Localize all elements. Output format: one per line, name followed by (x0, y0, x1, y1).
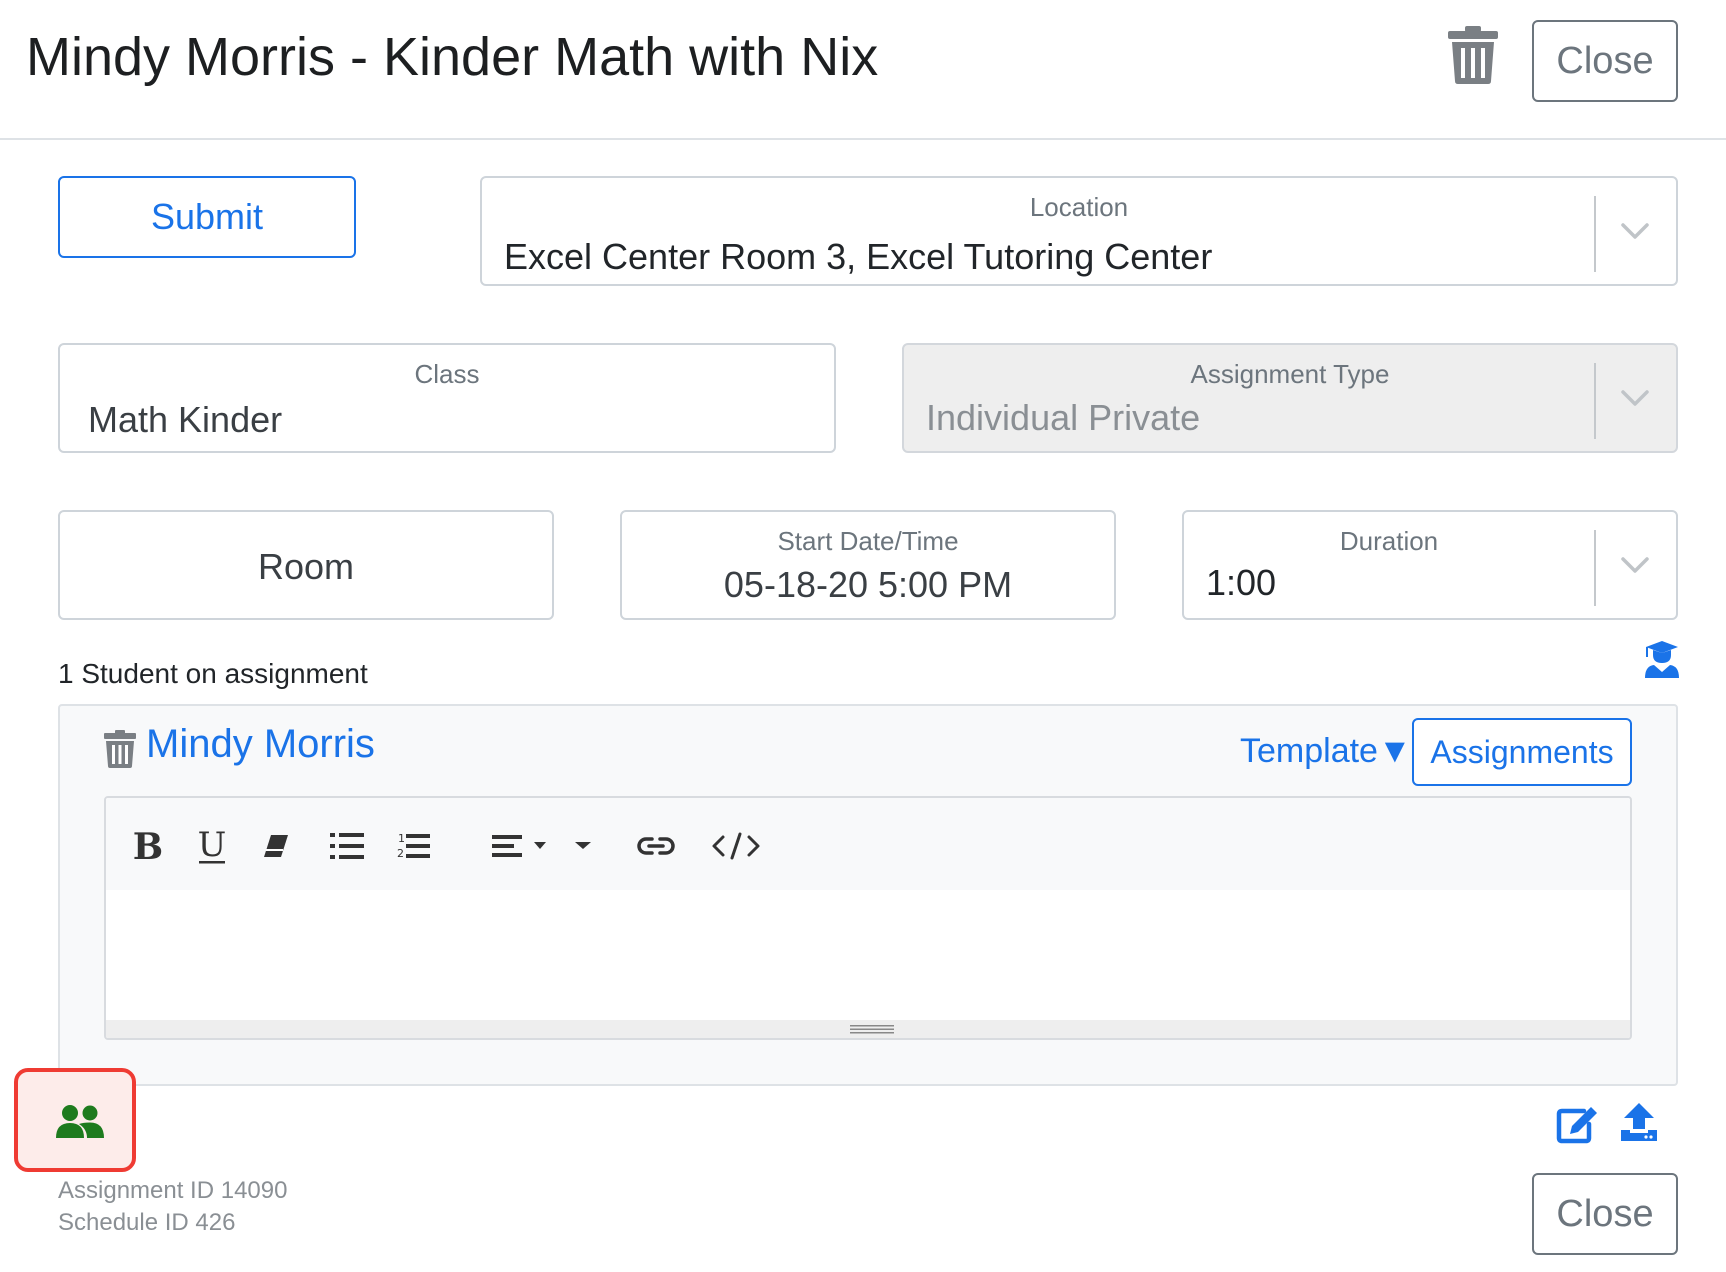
assignment-type-select[interactable]: Assignment Type Individual Private (902, 343, 1678, 453)
users-icon (56, 1105, 104, 1138)
header-divider (0, 138, 1726, 140)
graduate-icon (1645, 641, 1679, 678)
insert-link-button[interactable] (634, 826, 678, 866)
unordered-list-icon (330, 833, 364, 859)
editor-toolbar: B U 1 2 (106, 798, 1630, 890)
code-view-button[interactable] (710, 826, 762, 866)
close-button[interactable]: Close (1532, 20, 1678, 102)
assignment-type-value: Individual Private (926, 397, 1201, 438)
code-icon (712, 832, 760, 860)
assignment-type-label: Assignment Type (1190, 359, 1390, 389)
location-select[interactable]: Location Excel Center Room 3, Excel Tuto… (480, 176, 1678, 286)
svg-text:2: 2 (397, 847, 404, 860)
underline-button[interactable]: U (194, 826, 230, 866)
remove-student-button[interactable] (104, 730, 136, 768)
assignment-id-text: Assignment ID 14090 (58, 1177, 288, 1204)
grip-icon (850, 1025, 894, 1034)
select-separator (1594, 363, 1596, 439)
notes-editor[interactable]: B U 1 2 (104, 796, 1632, 1040)
template-dropdown[interactable]: Template▼ (1240, 732, 1412, 771)
close-button-bottom[interactable]: Close (1532, 1173, 1678, 1255)
select-separator (1594, 196, 1596, 272)
start-datetime-label: Start Date/Time (777, 526, 959, 556)
trash-icon (1448, 26, 1498, 84)
start-datetime-value: 05-18-20 5:00 PM (723, 564, 1013, 605)
duration-select[interactable]: Duration 1:00 (1182, 510, 1678, 620)
svg-text:U: U (198, 827, 227, 865)
room-field[interactable]: Room (58, 510, 554, 620)
class-value: Math Kinder (88, 399, 283, 440)
location-value: Excel Center Room 3, Excel Tutoring Cent… (504, 236, 1213, 277)
chevron-down-icon (1621, 557, 1649, 573)
ordered-list-button[interactable]: 1 2 (394, 826, 432, 866)
select-separator (1594, 530, 1596, 606)
eraser-icon (264, 835, 288, 857)
submit-button[interactable]: Submit (58, 176, 356, 258)
clear-format-button[interactable] (258, 826, 294, 866)
more-options-button[interactable] (568, 826, 598, 866)
bold-button[interactable]: B (130, 826, 166, 866)
start-datetime-field[interactable]: Start Date/Time 05-18-20 5:00 PM (620, 510, 1116, 620)
svg-text:1: 1 (398, 832, 405, 845)
add-student-button[interactable] (1644, 640, 1680, 678)
more-caret-icon (575, 842, 591, 849)
underline-icon: U (198, 827, 227, 865)
class-label: Class (414, 359, 480, 389)
edit-button[interactable] (1556, 1104, 1600, 1144)
link-icon (637, 837, 675, 855)
chevron-down-icon (1621, 223, 1649, 239)
duration-value: 1:00 (1206, 562, 1277, 603)
location-label: Location (1029, 192, 1129, 222)
bold-icon: B (133, 829, 163, 863)
editor-resize-handle[interactable] (106, 1020, 1630, 1038)
duration-label: Duration (1339, 526, 1439, 556)
assignments-button[interactable]: Assignments (1412, 718, 1632, 786)
ordered-list-icon: 1 2 (397, 832, 430, 860)
unordered-list-button[interactable] (328, 826, 366, 866)
chevron-down-icon (1621, 390, 1649, 406)
edit-icon (1556, 1107, 1597, 1144)
upload-icon (1621, 1103, 1657, 1141)
svg-text:B: B (133, 829, 163, 863)
student-name-link[interactable]: Mindy Morris (146, 722, 375, 767)
class-field[interactable]: Class Math Kinder (58, 343, 836, 453)
schedule-id-text: Schedule ID 426 (58, 1209, 236, 1236)
align-icon (492, 835, 546, 857)
student-count-label: 1 Student on assignment (58, 658, 368, 689)
trash-icon (104, 730, 136, 768)
delete-assignment-button[interactable] (1448, 26, 1498, 84)
align-dropdown-button[interactable] (490, 826, 556, 866)
group-students-icon-wrap[interactable] (56, 1104, 104, 1140)
page-title: Mindy Morris - Kinder Math with Nix (26, 27, 879, 87)
upload-button[interactable] (1620, 1102, 1658, 1142)
room-placeholder: Room (257, 546, 355, 587)
